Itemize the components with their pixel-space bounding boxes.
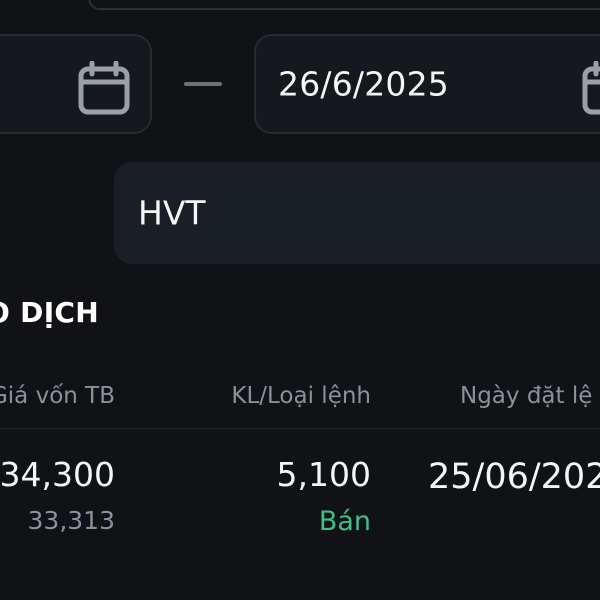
header-avg-price: Giá vốn TB xyxy=(0,383,115,409)
date-from-field[interactable] xyxy=(0,34,152,134)
transaction-history-screen: 26/6/2025 HVT O DỊCH Giá vốn TB KL/Loại … xyxy=(0,0,600,600)
cell-qty: 5,100 xyxy=(276,455,371,494)
symbol-input[interactable]: HVT xyxy=(114,162,600,264)
header-qty-type: KL/Loại lệnh xyxy=(231,383,371,409)
cell-order-date: 25/06/202 xyxy=(428,457,600,497)
section-title: O DỊCH xyxy=(0,296,99,329)
calendar-icon[interactable] xyxy=(78,61,130,115)
cell-order-type: Bán xyxy=(318,506,371,537)
calendar-icon[interactable] xyxy=(582,61,600,115)
table-divider xyxy=(0,428,600,429)
header-order-date: Ngày đặt lệ xyxy=(460,383,593,409)
cell-price: 34,300 xyxy=(0,455,115,494)
date-to-value: 26/6/2025 xyxy=(278,64,450,104)
date-range-separator xyxy=(184,82,222,86)
cell-avg-price: 33,313 xyxy=(27,506,115,535)
top-field[interactable] xyxy=(88,0,600,10)
symbol-value: HVT xyxy=(138,193,206,233)
date-to-field[interactable]: 26/6/2025 xyxy=(254,34,600,134)
